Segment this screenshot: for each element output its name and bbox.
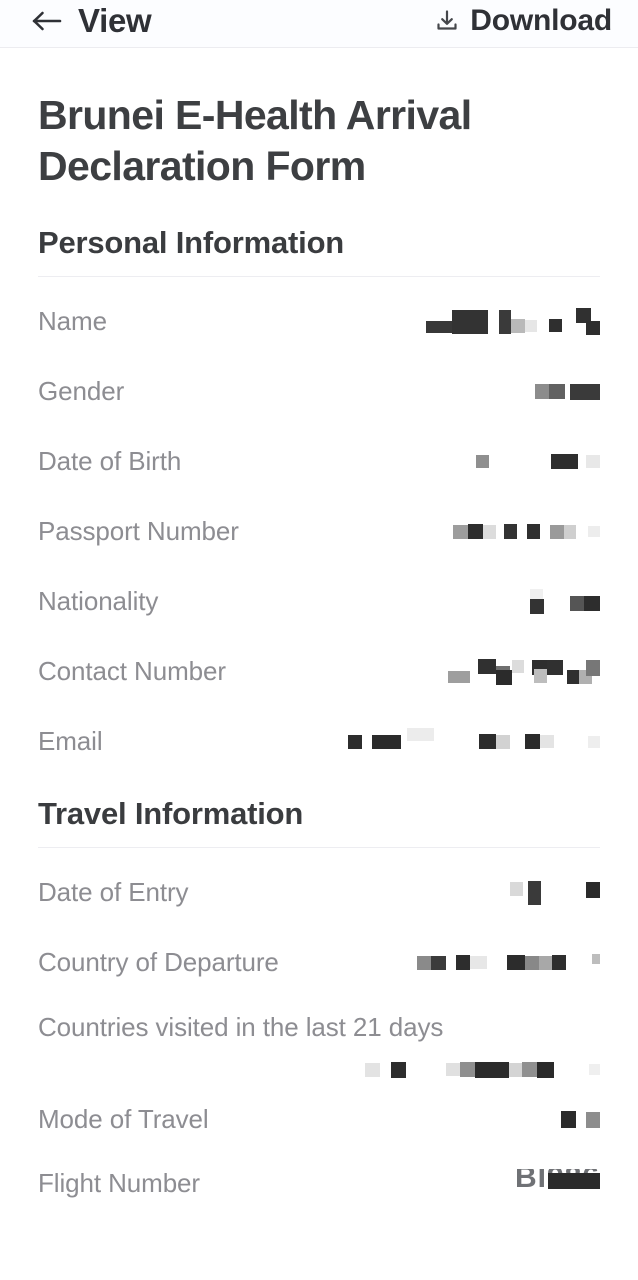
download-icon[interactable]	[434, 8, 460, 34]
field-row-flight-number: Flight Number BI986	[38, 1155, 600, 1215]
back-arrow-icon[interactable]	[30, 6, 64, 36]
redacted-value-gender	[535, 377, 600, 407]
field-label-nationality: Nationality	[38, 586, 159, 617]
redacted-value-email	[348, 727, 600, 757]
page-title: Brunei E-Health Arrival Declaration Form	[38, 92, 472, 189]
redacted-value-country-of-departure	[417, 948, 600, 978]
field-row-passport-number: Passport Number	[38, 497, 600, 567]
redacted-value-date-of-entry	[510, 878, 600, 908]
field-label-countries-visited: Countries visited in the last 21 days	[38, 1011, 444, 1042]
document-content: Brunei E-Health Arrival Declaration Form…	[0, 90, 638, 1215]
field-label-passport-number: Passport Number	[38, 516, 239, 547]
section-divider-travel	[38, 846, 600, 848]
redacted-value-name	[426, 307, 600, 337]
section-heading-travel-information: Travel Information	[38, 795, 304, 831]
redacted-value-contact-number	[448, 657, 600, 687]
redaction-block	[548, 1172, 600, 1189]
redacted-value-passport-number	[453, 517, 600, 547]
field-label-name: Name	[38, 306, 107, 337]
redacted-value-nationality	[530, 587, 600, 617]
field-label-mode-of-travel: Mode of Travel	[38, 1104, 209, 1135]
app-bar: View Download	[0, 0, 638, 48]
redacted-value-countries-visited	[365, 1055, 600, 1085]
field-label-email: Email	[38, 726, 103, 757]
field-label-date-of-birth: Date of Birth	[38, 446, 182, 477]
field-row-countries-visited: Countries visited in the last 21 days	[38, 998, 600, 1085]
field-row-mode-of-travel: Mode of Travel	[38, 1085, 600, 1155]
field-row-nationality: Nationality	[38, 567, 600, 637]
section-heading-personal-information: Personal Information	[38, 224, 345, 260]
app-bar-title: View	[78, 2, 152, 39]
back-navigation[interactable]: View	[30, 2, 152, 39]
field-label-flight-number: Flight Number	[38, 1167, 200, 1198]
field-label-country-of-departure: Country of Departure	[38, 947, 279, 978]
section-divider-personal	[38, 275, 600, 277]
redacted-value-mode-of-travel	[561, 1105, 600, 1135]
field-row-name: Name	[38, 287, 600, 357]
field-row-gender: Gender	[38, 357, 600, 427]
document-viewer-screen: View Download Brunei E-Health Arrival De…	[0, 0, 638, 1280]
field-row-date-of-birth: Date of Birth	[38, 427, 600, 497]
field-label-date-of-entry: Date of Entry	[38, 877, 189, 908]
download-label: Download	[470, 3, 612, 37]
field-label-contact-number: Contact Number	[38, 656, 226, 687]
redacted-value-flight-number: BI986	[515, 1169, 600, 1189]
field-row-date-of-entry: Date of Entry	[38, 858, 600, 928]
field-row-email: Email	[38, 707, 600, 777]
field-row-country-of-departure: Country of Departure	[38, 928, 600, 998]
field-label-gender: Gender	[38, 376, 125, 407]
field-row-contact-number: Contact Number	[38, 637, 600, 707]
redacted-value-date-of-birth	[476, 447, 600, 477]
download-button[interactable]: Download	[434, 3, 612, 37]
